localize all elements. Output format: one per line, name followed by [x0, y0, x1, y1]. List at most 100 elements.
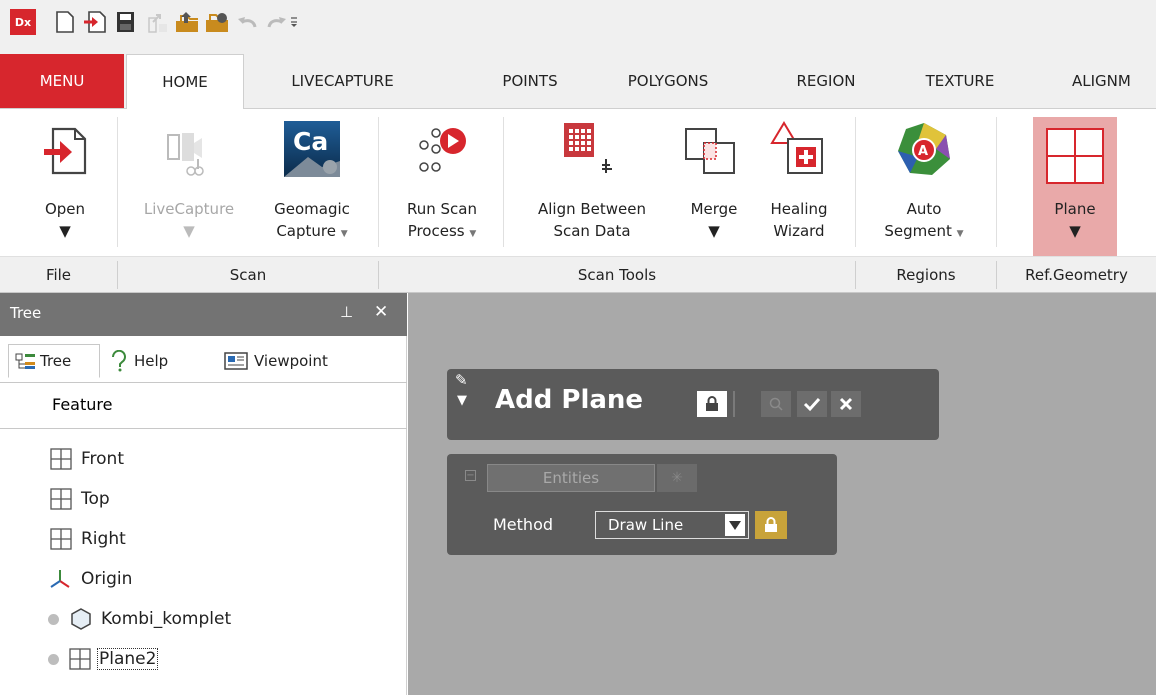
- close-icon: [839, 397, 853, 411]
- entities-option-icon: ✳: [657, 464, 697, 492]
- 3d-viewport[interactable]: ✎ ▼ Add Plane − Entities ✳ Method Draw L…: [408, 293, 1156, 695]
- align-between-scan-data-button[interactable]: Align Between Scan Data: [512, 109, 672, 256]
- collapse-icon[interactable]: −: [465, 470, 476, 481]
- tab-region[interactable]: REGION: [768, 54, 884, 108]
- healing-wizard-label-1: Healing: [770, 200, 828, 218]
- open-button[interactable]: Open ▼: [24, 109, 106, 256]
- merge-icon: [685, 128, 735, 174]
- group-ref-geometry: Ref.Geometry: [1025, 266, 1128, 284]
- plane-button[interactable]: Plane ▼: [1033, 117, 1117, 257]
- group-regions: Regions: [896, 266, 956, 284]
- tree-item-top[interactable]: Top: [50, 481, 110, 517]
- panel-tabs: Tree Help Viewpoint: [0, 336, 407, 382]
- customize-icon[interactable]: [286, 6, 302, 38]
- tab-alignment[interactable]: ALIGNM: [1052, 54, 1156, 108]
- tree-item-origin[interactable]: Origin: [48, 561, 132, 597]
- run-scan-process-icon: [419, 128, 466, 172]
- plane-icon: [1046, 128, 1104, 184]
- entities-label: Entities: [542, 469, 600, 487]
- chevron-down-icon: ▼: [1069, 222, 1081, 240]
- livecapture-icon: [167, 133, 204, 176]
- tab-viewpoint[interactable]: Viewpoint: [224, 344, 374, 378]
- healing-wizard-icon: [770, 121, 823, 174]
- divider: [996, 117, 997, 247]
- healing-wizard-label-2: Wizard: [773, 222, 825, 240]
- livecapture-button: LiveCapture ▼: [130, 109, 248, 256]
- run-scan-process-button[interactable]: Run Scan Process ▼: [388, 109, 496, 256]
- entities-selector[interactable]: Entities: [487, 464, 655, 492]
- export-folder-icon[interactable]: [202, 6, 232, 38]
- import-icon[interactable]: [80, 6, 110, 38]
- origin-axes-icon: [50, 570, 70, 588]
- auto-segment-button[interactable]: A Auto Segment ▼: [864, 109, 984, 256]
- align-between-label-1: Align Between: [537, 200, 647, 218]
- new-document-icon[interactable]: [50, 6, 80, 38]
- visibility-dot-icon[interactable]: [48, 613, 59, 625]
- plane-icon: [50, 448, 72, 470]
- tree-item-label: Front: [81, 449, 124, 469]
- plane-icon: [50, 488, 72, 510]
- method-lock-button[interactable]: [755, 511, 787, 539]
- preview-button: [761, 391, 791, 417]
- tab-home[interactable]: HOME: [126, 54, 244, 109]
- save-icon[interactable]: [110, 6, 140, 38]
- divider: [117, 117, 118, 247]
- tree-item-label: Top: [81, 489, 110, 509]
- svg-text:A: A: [918, 144, 928, 159]
- plane-icon: [69, 648, 91, 670]
- plane-label: Plane: [1054, 200, 1096, 218]
- tab-polygons[interactable]: POLYGONS: [598, 54, 738, 108]
- tab-menu[interactable]: MENU: [0, 54, 124, 108]
- tree-item-plane2[interactable]: Plane2: [48, 641, 159, 677]
- dropdown-arrow-icon[interactable]: [725, 514, 745, 536]
- tree-item-right[interactable]: Right: [50, 521, 126, 557]
- chevron-down-icon: ▼: [340, 229, 348, 239]
- open-label: Open: [44, 200, 86, 218]
- tab-livecapture[interactable]: LIVECAPTURE: [250, 54, 435, 108]
- divider: [378, 117, 379, 247]
- livecapture-label: LiveCapture: [143, 200, 235, 218]
- tab-help[interactable]: Help: [108, 344, 200, 378]
- chevron-down-icon: ▼: [469, 229, 477, 239]
- tree-item-label: Kombi_komplet: [101, 609, 232, 629]
- panel-title-bar: Tree ⊥ ✕: [0, 293, 407, 336]
- tree-item-kombi-komplet[interactable]: Kombi_komplet: [48, 601, 231, 637]
- lock-button[interactable]: [697, 391, 727, 417]
- auto-segment-label-1: Auto: [906, 200, 942, 218]
- export-icon[interactable]: [172, 6, 202, 38]
- pin-icon[interactable]: ✎: [455, 371, 468, 389]
- tab-tree[interactable]: Tree: [8, 344, 100, 378]
- auto-segment-label-2-wrap: Segment ▼: [864, 222, 984, 244]
- collapse-icon[interactable]: ▼: [457, 393, 467, 408]
- run-scan-process-label-2-wrap: Process ▼: [388, 222, 496, 244]
- add-plane-dialog: ✎ ▼ Add Plane: [447, 369, 939, 440]
- tree-item-front[interactable]: Front: [50, 441, 124, 477]
- ribbon-tabs: MENU HOME LIVECAPTURE POINTS POLYGONS RE…: [0, 54, 1156, 109]
- panel-title: Tree: [10, 304, 42, 322]
- group-file: File: [45, 266, 72, 284]
- tab-texture[interactable]: TEXTURE: [900, 54, 1020, 108]
- chevron-down-icon: ▼: [708, 222, 720, 240]
- method-select[interactable]: Draw Line: [595, 511, 749, 539]
- ok-button[interactable]: [797, 391, 827, 417]
- dialog-title: Add Plane: [495, 385, 644, 415]
- merge-button[interactable]: Merge ▼: [674, 109, 754, 256]
- open-icon: [44, 127, 87, 175]
- checkmark-icon: [803, 397, 821, 412]
- cancel-button[interactable]: [831, 391, 861, 417]
- auto-segment-icon: A: [898, 123, 950, 175]
- feature-column-header[interactable]: Feature: [52, 395, 112, 414]
- close-icon[interactable]: ✕: [374, 302, 388, 322]
- tab-points[interactable]: POINTS: [465, 54, 595, 108]
- align-between-label-2: Scan Data: [553, 222, 631, 240]
- auto-segment-label-2: Segment: [884, 222, 952, 240]
- healing-wizard-button[interactable]: Healing Wizard: [756, 109, 842, 256]
- group-scan-tools: Scan Tools: [577, 266, 657, 284]
- undo-icon: [232, 6, 262, 38]
- pin-icon[interactable]: ⊥: [340, 303, 353, 321]
- divider: [503, 117, 504, 247]
- magnify-icon: [769, 397, 783, 411]
- geomagic-capture-button[interactable]: Ca Geomagic Capture ▼: [256, 109, 368, 256]
- app-logo[interactable]: Dx: [10, 9, 36, 35]
- visibility-dot-icon[interactable]: [48, 653, 59, 665]
